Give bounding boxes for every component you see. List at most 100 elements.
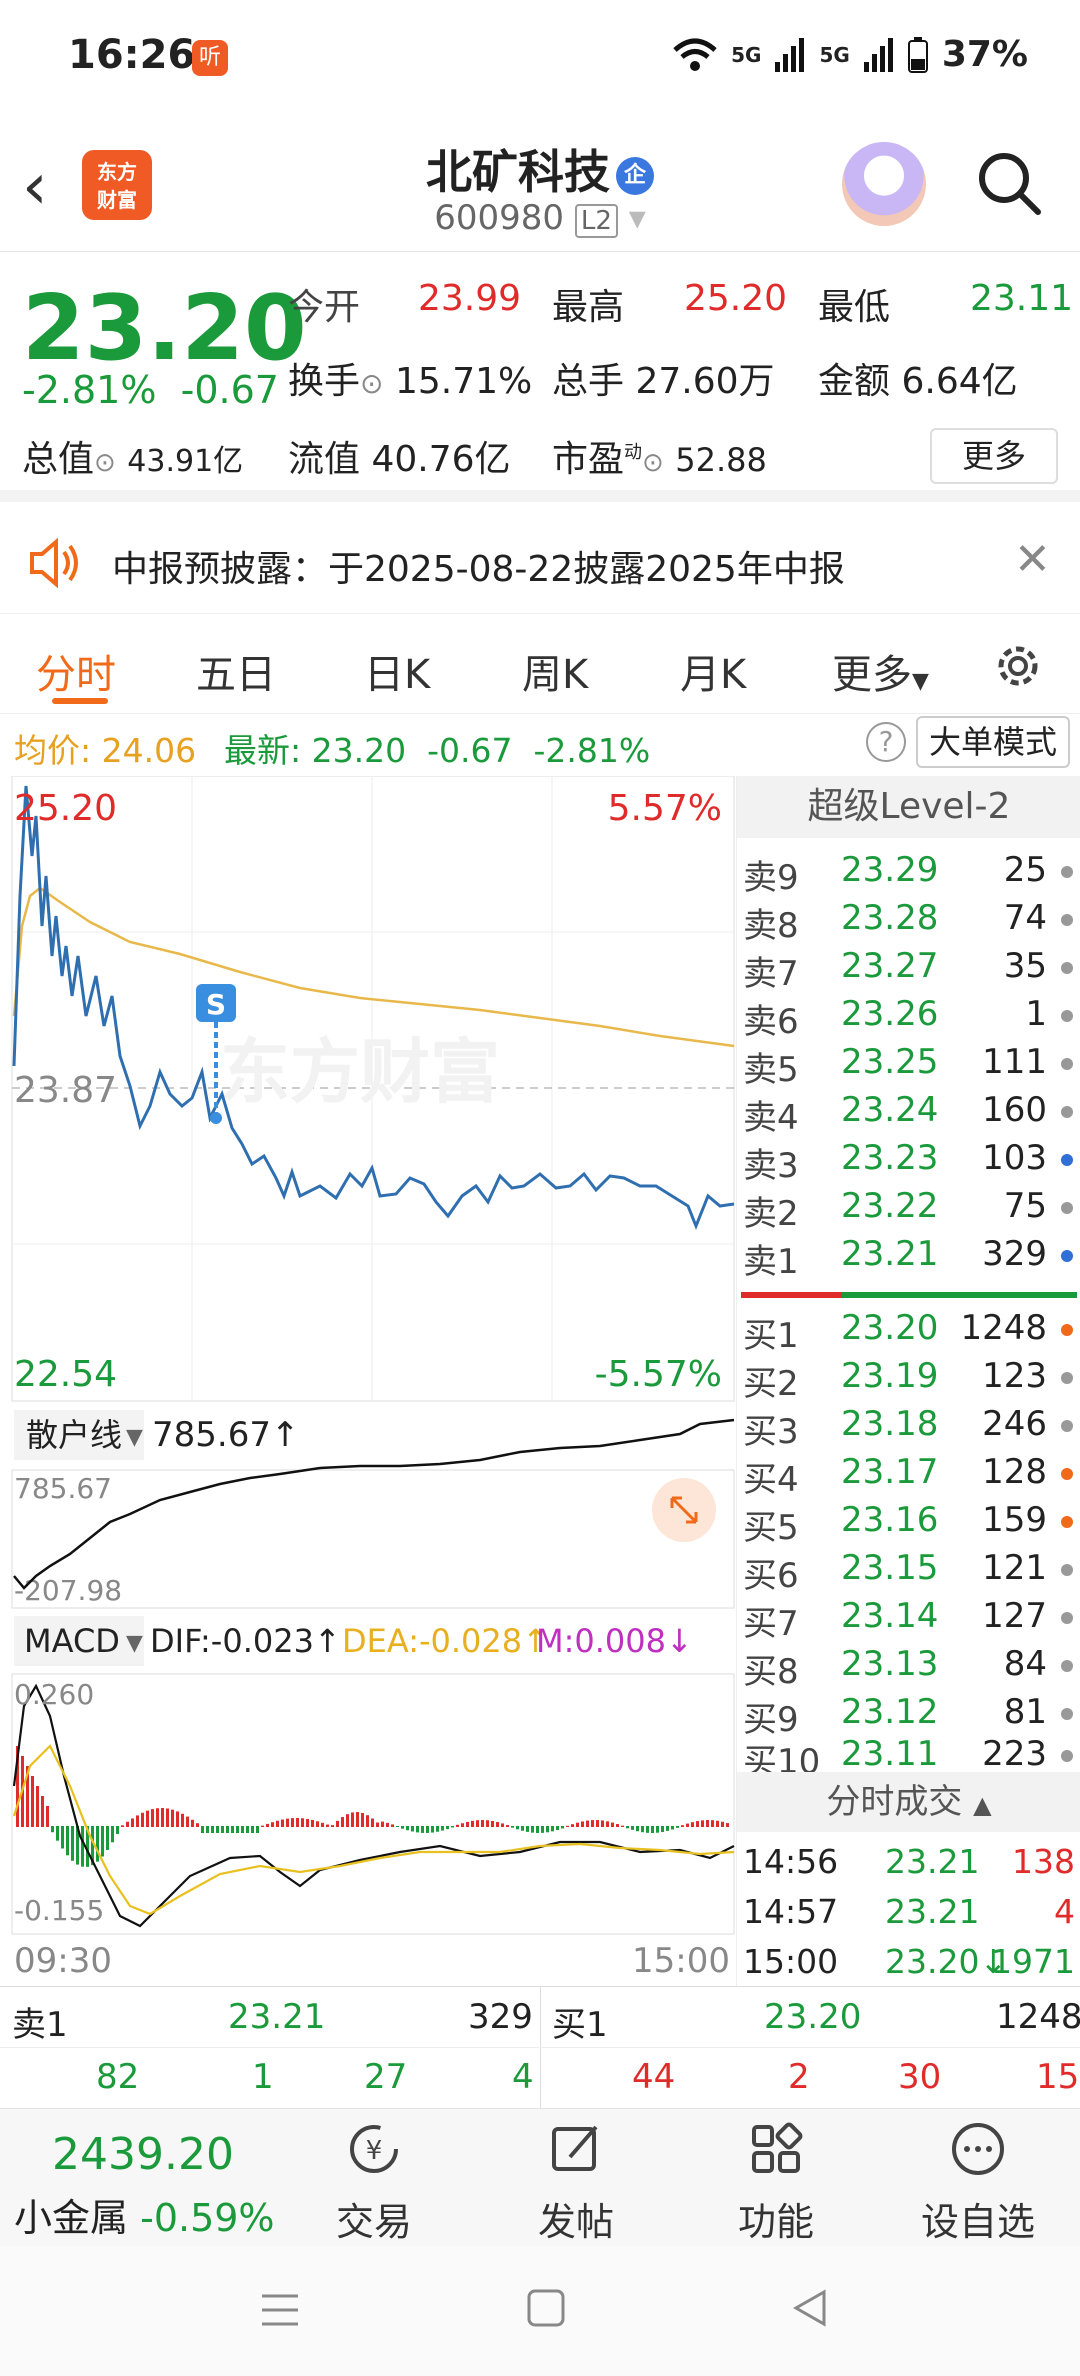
notice-bar[interactable]: 中报预披露：于2025-08-22披露2025年中报 ✕ bbox=[0, 514, 1080, 614]
info-icon[interactable]: ⊙ bbox=[360, 367, 383, 400]
bid-row-price: 23.15 bbox=[841, 1548, 939, 1588]
tab-more[interactable]: 更多▼ bbox=[832, 642, 929, 700]
macd-bar bbox=[611, 1822, 614, 1827]
ask-row[interactable]: 卖7 23.27 35 bbox=[737, 946, 1080, 994]
nav-watchlist-label: 设自选 bbox=[920, 2200, 1035, 2244]
bid-row[interactable]: 买3 23.18 246 bbox=[737, 1404, 1080, 1452]
chart-svg: 东方财富 S 25.20 5.57% 23.87 22.54 -5.57% 散户… bbox=[11, 775, 735, 1981]
wifi-icon bbox=[673, 38, 717, 71]
macd-panel: MACD ▼ DIF:-0.023↑ DEA:-0.028↑ M:0.008↓ … bbox=[11, 1616, 735, 1981]
mv-value: 43.91亿 bbox=[127, 444, 244, 479]
ask-row[interactable]: 卖1 23.21 329 bbox=[737, 1234, 1080, 1282]
bid-row-dot-icon bbox=[1061, 1708, 1073, 1720]
close-icon[interactable]: ✕ bbox=[1014, 534, 1051, 585]
macd-bar bbox=[676, 1826, 679, 1828]
macd-bar bbox=[716, 1820, 719, 1827]
macd-m: M:0.008↓ bbox=[536, 1622, 693, 1660]
tab-daily-k[interactable]: 日K bbox=[364, 642, 430, 700]
bid-row-dot-icon bbox=[1061, 1324, 1073, 1336]
macd-bar bbox=[201, 1826, 204, 1833]
macd-bar bbox=[606, 1821, 609, 1827]
tab-five-day[interactable]: 五日 bbox=[196, 642, 276, 700]
trades-title: 分时成交 bbox=[826, 1782, 963, 1822]
bid-row-label: 买3 bbox=[743, 1412, 799, 1452]
macd-bar bbox=[551, 1826, 554, 1832]
tab-intraday[interactable]: 分时 bbox=[36, 642, 116, 700]
bid-row-dot-icon bbox=[1061, 1750, 1073, 1762]
macd-bar bbox=[521, 1826, 524, 1831]
ask-row-label: 卖8 bbox=[743, 906, 799, 946]
home-icon[interactable] bbox=[526, 2288, 566, 2328]
macd-bar bbox=[321, 1822, 324, 1827]
macd-bar bbox=[81, 1826, 84, 1867]
level1-strip: 卖1 23.21 329 买1 23.20 1248 82 1 27 4 44 … bbox=[0, 1986, 1080, 2109]
macd-bar bbox=[256, 1826, 259, 1833]
intraday-chart[interactable]: 东方财富 S 25.20 5.57% 23.87 22.54 -5.57% 散户… bbox=[0, 775, 735, 1986]
ask-row[interactable]: 卖5 23.25 111 bbox=[737, 1042, 1080, 1090]
bid-row[interactable]: 买1 23.20 1248 bbox=[737, 1308, 1080, 1356]
big-order-mode-button[interactable]: 大单模式 bbox=[916, 716, 1070, 768]
ask-row[interactable]: 卖6 23.26 1 bbox=[737, 994, 1080, 1042]
ask-row-price: 23.26 bbox=[841, 994, 939, 1034]
macd-bar bbox=[96, 1826, 99, 1862]
signal-5g-1: 5G bbox=[731, 42, 762, 67]
gear-icon[interactable] bbox=[990, 638, 1046, 694]
macd-bar bbox=[701, 1820, 704, 1827]
ask-row-dot-icon bbox=[1061, 914, 1073, 926]
trade-price: 23.20↓ bbox=[885, 1942, 1008, 1981]
bid-row-label: 买8 bbox=[743, 1652, 799, 1692]
bid-row[interactable]: 买6 23.15 121 bbox=[737, 1548, 1080, 1596]
assistant-robot-icon[interactable] bbox=[842, 142, 926, 226]
macd-bar bbox=[726, 1823, 729, 1827]
bid-row-price: 23.20 bbox=[841, 1308, 939, 1348]
bid-ask-ratio-bar bbox=[741, 1292, 1077, 1298]
nav-trade[interactable]: ¥ 交易 bbox=[304, 2119, 444, 2246]
macd-bar bbox=[66, 1826, 69, 1856]
ask-row-dot-icon bbox=[1061, 1058, 1073, 1070]
trades-header[interactable]: 分时成交 ▲ bbox=[737, 1772, 1080, 1832]
ask-row[interactable]: 卖4 23.24 160 bbox=[737, 1090, 1080, 1138]
macd-bar bbox=[316, 1821, 319, 1827]
ask-row-qty: 1 bbox=[1025, 994, 1047, 1034]
bid-row[interactable]: 买5 23.16 159 bbox=[737, 1500, 1080, 1548]
ask-row[interactable]: 卖3 23.23 103 bbox=[737, 1138, 1080, 1186]
more-button[interactable]: 更多 bbox=[930, 428, 1058, 484]
menu-icon[interactable] bbox=[258, 2290, 302, 2330]
mid-price-label: 23.87 bbox=[14, 1070, 117, 1111]
macd-bar bbox=[516, 1826, 519, 1830]
info-icon[interactable]: ⊙ bbox=[94, 448, 116, 478]
bid-row[interactable]: 买2 23.19 123 bbox=[737, 1356, 1080, 1404]
back-nav-icon[interactable] bbox=[790, 2288, 830, 2328]
nav-function[interactable]: 功能 bbox=[706, 2119, 846, 2246]
bid-row-qty: 223 bbox=[982, 1734, 1047, 1774]
bid-row[interactable]: 买8 23.13 84 bbox=[737, 1644, 1080, 1692]
search-icon[interactable] bbox=[974, 148, 1044, 218]
level2-header[interactable]: 超级Level-2 bbox=[737, 776, 1080, 838]
macd-bar bbox=[206, 1826, 209, 1833]
avg-price-line bbox=[12, 886, 735, 1048]
macd-bar bbox=[681, 1825, 684, 1827]
tab-monthly-k[interactable]: 月K bbox=[680, 642, 746, 700]
bid-row-price: 23.16 bbox=[841, 1500, 939, 1540]
ask-row[interactable]: 卖2 23.22 75 bbox=[737, 1186, 1080, 1234]
macd-bar bbox=[646, 1826, 649, 1833]
index-info[interactable]: 小金属 -0.59% bbox=[14, 2187, 275, 2242]
bid-row[interactable]: 买9 23.12 81 bbox=[737, 1692, 1080, 1740]
ask-row[interactable]: 卖9 23.29 25 bbox=[737, 850, 1080, 898]
index-value[interactable]: 2439.20 bbox=[52, 2129, 234, 2180]
macd-bar bbox=[356, 1812, 359, 1827]
ask-row[interactable]: 卖8 23.28 74 bbox=[737, 898, 1080, 946]
info-icon[interactable]: ⊙ bbox=[642, 448, 664, 478]
macd-bar bbox=[571, 1824, 574, 1827]
bid-row[interactable]: 买4 23.17 128 bbox=[737, 1452, 1080, 1500]
help-icon[interactable]: ? bbox=[866, 722, 906, 762]
bid-row[interactable]: 买7 23.14 127 bbox=[737, 1596, 1080, 1644]
ask-row-qty: 111 bbox=[982, 1042, 1047, 1082]
tab-weekly-k[interactable]: 周K bbox=[522, 642, 588, 700]
macd-bar bbox=[301, 1818, 304, 1827]
macd-bar bbox=[591, 1820, 594, 1827]
volume-value: 27.60万 bbox=[635, 361, 775, 402]
nav-watchlist[interactable]: 设自选 bbox=[908, 2119, 1048, 2246]
nav-post[interactable]: 发帖 bbox=[506, 2119, 646, 2246]
macd-bar bbox=[126, 1821, 129, 1827]
